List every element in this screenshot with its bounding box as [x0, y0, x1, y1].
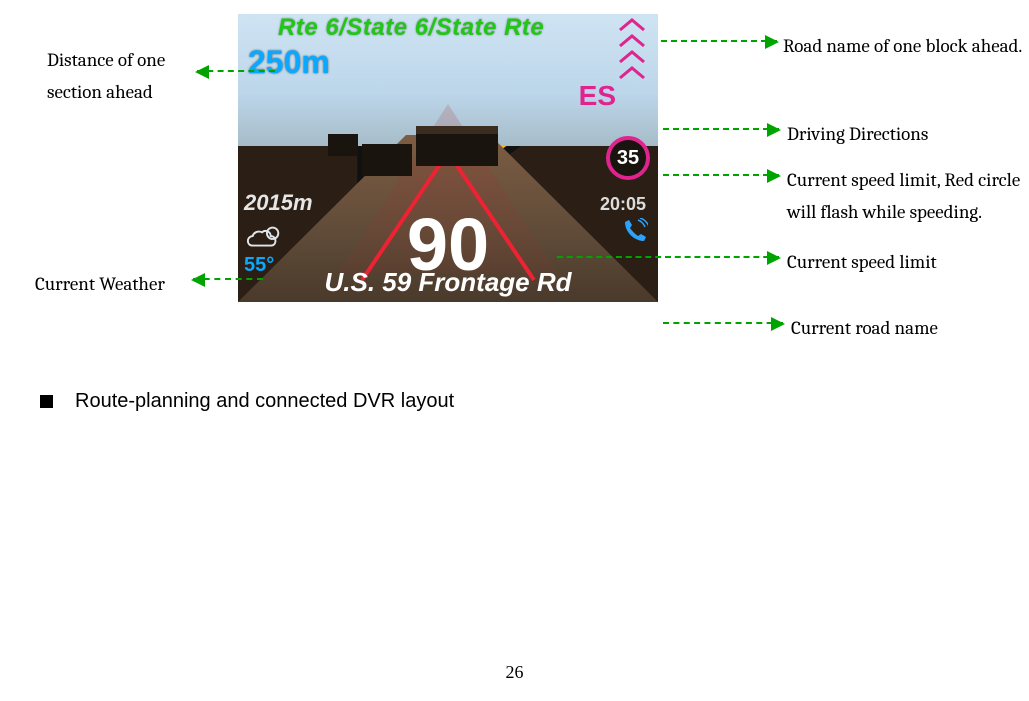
callout-road-ahead: Road name of one block ahead.	[783, 30, 1022, 62]
page-number: 26	[0, 662, 1029, 683]
distance-ahead-value: 250m	[248, 44, 330, 81]
section-heading-row: Route-planning and connected DVR layout	[40, 390, 454, 413]
speed-limit-value: 35	[617, 147, 639, 170]
speed-limit-badge: 35	[606, 136, 650, 180]
bullet-square-icon	[40, 395, 53, 408]
car-left1	[362, 144, 412, 176]
callout-driving-directions: Driving Directions	[787, 118, 928, 150]
leader-arrow-current-speed	[557, 256, 779, 258]
leader-arrow-current-road	[663, 322, 783, 324]
leader-arrow-speed-limit	[663, 174, 779, 176]
heading-text: ES	[579, 80, 616, 112]
leader-arrow-road-ahead	[661, 40, 777, 42]
remaining-distance: 2015m	[244, 190, 313, 216]
bluetooth-phone-icon	[620, 218, 648, 246]
section-heading: Route-planning and connected DVR layout	[75, 390, 454, 413]
hud-screen: Rte 6/State 6/State Rte 250m 2015m 20:05…	[238, 14, 658, 302]
leader-arrow-weather	[193, 278, 263, 280]
temperature: 55°	[244, 254, 274, 277]
callout-current-weather: Current Weather	[35, 268, 165, 300]
direction-chevrons-icon	[618, 18, 648, 82]
annotated-hud-figure: Rte 6/State 6/State Rte 250m 2015m 20:05…	[35, 14, 1029, 354]
weather-cloud-icon	[246, 224, 284, 252]
leader-arrow-distance-ahead	[197, 70, 275, 72]
route-title: Rte 6/State 6/State Rte	[278, 14, 544, 42]
car-center	[416, 126, 498, 166]
car-left2	[328, 134, 358, 156]
clock: 20:05	[600, 194, 646, 215]
current-road-name: U.S. 59 Frontage Rd	[324, 267, 571, 298]
callout-current-speed: Current speed limit	[787, 246, 937, 278]
callout-current-road: Current road name	[791, 312, 938, 344]
callout-distance-ahead: Distance of one section ahead	[47, 44, 217, 109]
callout-speed-limit: Current speed limit, Red circle will fla…	[787, 164, 1029, 229]
leader-arrow-driving-directions	[663, 128, 779, 130]
